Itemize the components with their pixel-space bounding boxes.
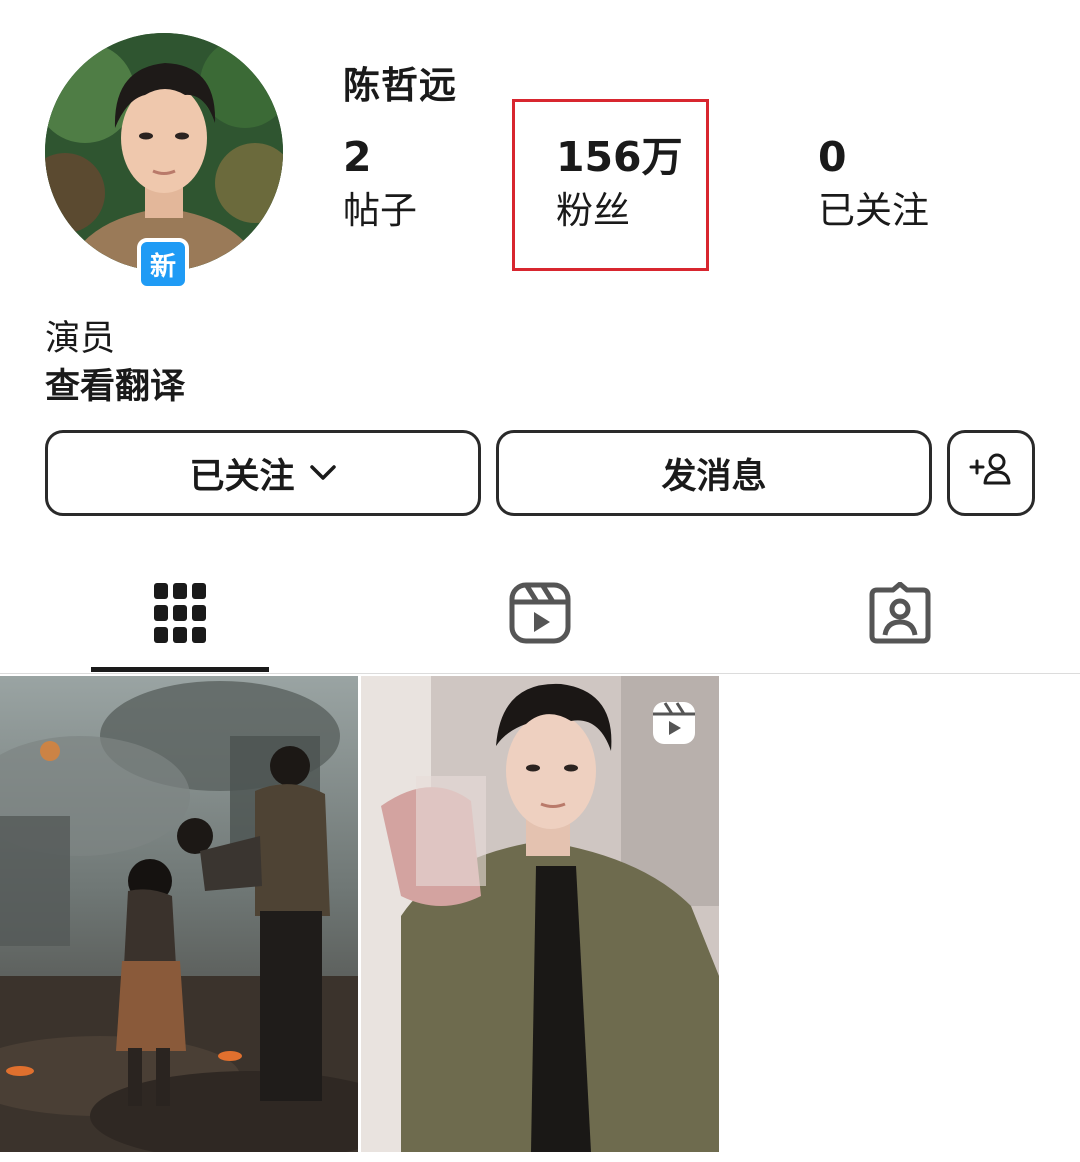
post-thumbnail[interactable] [0, 676, 358, 1152]
tagged-icon [869, 581, 931, 648]
message-button-label: 发消息 [661, 456, 767, 497]
tab-reels[interactable] [500, 580, 580, 650]
stat-posts[interactable]: 2 帖子 [343, 133, 417, 232]
add-user-button[interactable] [947, 430, 1035, 516]
tabs-divider [0, 673, 1080, 674]
grid-icon [154, 583, 206, 647]
see-translation-link[interactable]: 查看翻译 [45, 358, 185, 409]
chevron-down-icon [309, 464, 337, 482]
new-badge: 新 [137, 238, 189, 290]
reels-icon [509, 582, 571, 648]
bio-text: 演员 [45, 319, 116, 359]
posts-label: 帖子 [343, 189, 417, 232]
profile-tabs [0, 560, 1080, 672]
following-button-label: 已关注 [189, 456, 295, 497]
reels-icon [651, 700, 697, 746]
stat-following[interactable]: 0 已关注 [818, 133, 929, 232]
following-button[interactable]: 已关注 [45, 430, 481, 516]
post-image [0, 676, 358, 1152]
username: 陈哲远 [343, 64, 457, 107]
tab-posts[interactable] [140, 580, 220, 650]
profile-page: 新 陈哲远 2 帖子 156万 粉丝 0 已关注 演员 查看翻译 已关注 发消息 [0, 0, 1080, 1162]
avatar-container[interactable]: 新 [45, 33, 283, 290]
following-count: 0 [818, 133, 847, 181]
avatar[interactable] [45, 33, 283, 271]
add-user-icon [969, 451, 1013, 496]
message-button[interactable]: 发消息 [496, 430, 932, 516]
active-tab-indicator [91, 667, 269, 672]
following-label: 已关注 [818, 189, 929, 232]
tab-tagged[interactable] [860, 580, 940, 650]
post-image [361, 676, 719, 1152]
post-thumbnail[interactable] [361, 676, 719, 1152]
highlight-annotation-box [512, 99, 709, 271]
posts-count: 2 [343, 133, 372, 181]
